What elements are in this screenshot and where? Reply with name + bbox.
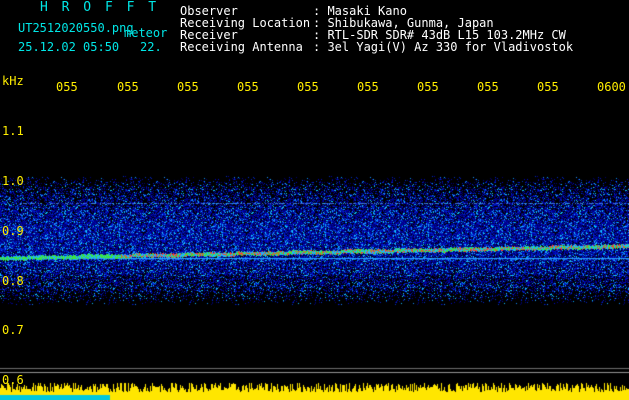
y-tick-label: 0.9 — [2, 224, 24, 238]
x-tick-label: 055 — [297, 80, 319, 94]
x-tick-label: 0600 — [597, 80, 626, 94]
type-label: meteor — [124, 26, 168, 40]
y-tick-label: 1.1 — [2, 124, 24, 138]
x-tick-label: 055 — [537, 80, 559, 94]
antenna-label: Receiving Antenna — [180, 40, 303, 54]
app-title: H R O F F T — [40, 0, 160, 15]
datetime-label: 25.12.02 05:50 — [18, 40, 120, 54]
x-tick-label: 055 — [56, 80, 78, 94]
antenna-value: : 3el Yagi(V) Az 330 for Vladivostok — [313, 40, 574, 54]
filename-label: UT2512020550.png — [18, 21, 134, 35]
x-tick-label: 055 — [117, 80, 139, 94]
axis-unit: kHz — [2, 74, 24, 88]
spectrogram-canvas — [0, 0, 629, 400]
y-tick-label: 0.7 — [2, 323, 24, 337]
x-tick-label: 055 — [417, 80, 439, 94]
x-tick-label: 055 — [477, 80, 499, 94]
x-tick-label: 055 — [237, 80, 259, 94]
x-tick-label: 055 — [177, 80, 199, 94]
header-info: Observer: Masaki Kano Receiving Location… — [180, 5, 573, 53]
y-tick-label: 0.8 — [2, 274, 24, 288]
y-tick-label: 0.6 — [2, 373, 24, 387]
count-label: 22. — [140, 40, 162, 54]
y-tick-label: 1.0 — [2, 174, 24, 188]
x-tick-label: 055 — [357, 80, 379, 94]
